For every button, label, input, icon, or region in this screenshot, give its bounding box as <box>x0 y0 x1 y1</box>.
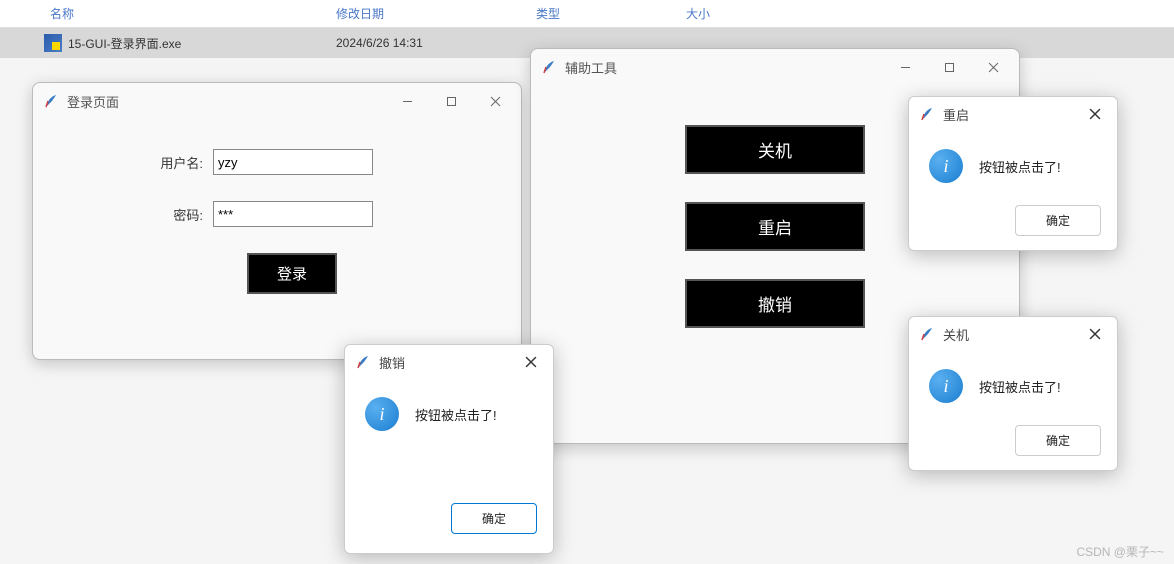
ok-button[interactable]: 确定 <box>1015 205 1101 236</box>
close-button[interactable] <box>473 86 517 116</box>
msgbox-text: 按钮被点击了! <box>979 377 1061 396</box>
cancel-button[interactable]: 撤销 <box>685 279 865 328</box>
maximize-button[interactable] <box>927 52 971 82</box>
close-icon[interactable] <box>517 349 545 375</box>
column-size[interactable]: 大小 <box>678 5 778 22</box>
msgbox-titlebar[interactable]: 重启 <box>909 97 1117 131</box>
login-button[interactable]: 登录 <box>247 253 337 294</box>
explorer-header: 名称 修改日期 类型 大小 <box>0 0 1174 28</box>
minimize-button[interactable] <box>883 52 927 82</box>
login-window: 登录页面 用户名: 密码: 登录 <box>32 82 522 360</box>
close-icon[interactable] <box>1081 321 1109 347</box>
username-label: 用户名: <box>73 153 213 172</box>
aux-title: 辅助工具 <box>565 58 883 77</box>
msgbox-titlebar[interactable]: 撤销 <box>345 345 553 379</box>
msgbox-text: 按钮被点击了! <box>979 157 1061 176</box>
username-input[interactable] <box>213 149 373 175</box>
restart-button[interactable]: 重启 <box>685 202 865 251</box>
tk-feather-icon <box>43 93 59 109</box>
info-icon: i <box>929 369 963 403</box>
shutdown-button[interactable]: 关机 <box>685 125 865 174</box>
minimize-button[interactable] <box>385 86 429 116</box>
login-title: 登录页面 <box>67 92 385 111</box>
exe-file-icon <box>44 34 62 52</box>
login-titlebar[interactable]: 登录页面 <box>33 83 521 119</box>
tk-feather-icon <box>919 326 935 342</box>
ok-button[interactable]: 确定 <box>451 503 537 534</box>
shutdown-messagebox: 关机 i 按钮被点击了! 确定 <box>908 316 1118 471</box>
password-input[interactable] <box>213 201 373 227</box>
tk-feather-icon <box>919 106 935 122</box>
close-icon[interactable] <box>1081 101 1109 127</box>
ok-button[interactable]: 确定 <box>1015 425 1101 456</box>
watermark: CSDN @栗子~~ <box>1076 543 1164 560</box>
file-date: 2024/6/26 14:31 <box>328 36 528 50</box>
msgbox-title: 重启 <box>943 105 1081 124</box>
tk-feather-icon <box>541 59 557 75</box>
tk-feather-icon <box>355 354 371 370</box>
info-icon: i <box>365 397 399 431</box>
msgbox-titlebar[interactable]: 关机 <box>909 317 1117 351</box>
msgbox-title: 关机 <box>943 325 1081 344</box>
close-button[interactable] <box>971 52 1015 82</box>
msgbox-text: 按钮被点击了! <box>415 405 497 424</box>
aux-titlebar[interactable]: 辅助工具 <box>531 49 1019 85</box>
msgbox-title: 撤销 <box>379 353 517 372</box>
info-icon: i <box>929 149 963 183</box>
column-name[interactable]: 名称 <box>0 5 328 22</box>
file-name: 15-GUI-登录界面.exe <box>68 35 181 52</box>
column-type[interactable]: 类型 <box>528 5 678 22</box>
cancel-messagebox: 撤销 i 按钮被点击了! 确定 <box>344 344 554 554</box>
restart-messagebox: 重启 i 按钮被点击了! 确定 <box>908 96 1118 251</box>
column-date[interactable]: 修改日期 <box>328 5 528 22</box>
password-label: 密码: <box>73 205 213 224</box>
maximize-button[interactable] <box>429 86 473 116</box>
